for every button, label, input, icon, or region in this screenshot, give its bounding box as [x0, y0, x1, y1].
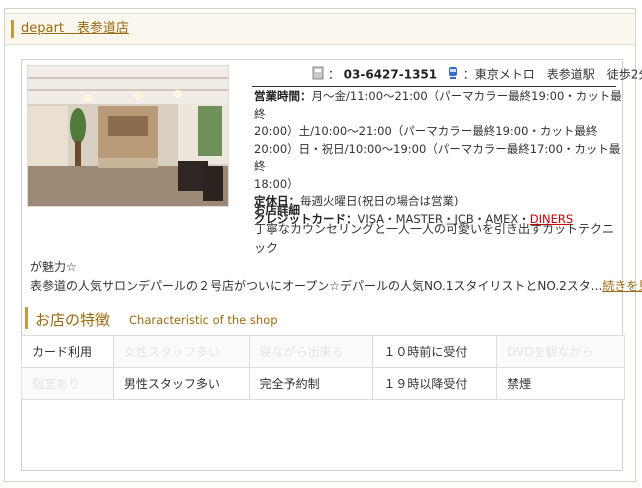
features-accent-bar	[25, 307, 28, 329]
feature-cell: カード利用	[21, 335, 114, 368]
salon-photo	[27, 65, 229, 207]
phone-number: 03-6427-1351	[343, 67, 438, 82]
features-title: お店の特徴	[35, 311, 111, 329]
features-table: カード利用 女性スタッフ多い 寝ながら出来る １０時前に受付 DVDを観ながら 個室あり男…	[21, 335, 625, 400]
feature-cell: 男性スタッフ多い	[112, 367, 250, 400]
shop-description: 丁寧なカウンセリングと一人一人の可愛いを引き出すカットテクニック が魅力☆ 表参…	[22, 220, 642, 296]
shop-details: 営業時間：月～金/11:00～21:00（パーマカラー最終19:00・カット最終…	[254, 88, 622, 228]
feature-cell: 女性スタッフ多い	[112, 335, 250, 368]
feature-cell: １９時以降受付	[372, 367, 498, 400]
feature-cell: 完全予約制	[248, 367, 374, 400]
contact-row: ： 03-6427-1351 ：東京メトロ 表参道駅 徒歩2分	[312, 66, 642, 84]
title-accent-bar	[11, 20, 14, 38]
detail-title: お店詳細	[254, 203, 300, 217]
hours-label: 営業時間：	[254, 89, 312, 103]
station-access: ：東京メトロ 表参道駅 徒歩2分	[462, 67, 642, 82]
closed-value: 毎週火曜日(祝日の場合は営業)	[300, 194, 459, 208]
shop-name-link[interactable]: depart 表参道店	[21, 20, 129, 38]
info-divider	[252, 86, 616, 87]
description-line-3: 表参道の人気サロンデパールの２号店がついにオープン☆デパールの人気NO.1スタイ…	[22, 277, 642, 296]
shop-panel: depart 表参道店 ： 03-6427-1351 ：東京メトロ 表参道駅 徒…	[4, 8, 642, 482]
hours-line-3: 20:00）日・祝日/10:00～19:00（パーマカラー最終17:00・カット…	[254, 141, 621, 174]
shop-title-bar: depart 表参道店	[5, 13, 635, 45]
read-more-link[interactable]: 続きを見る	[602, 279, 642, 293]
train-icon	[447, 66, 459, 84]
phone-icon	[312, 66, 324, 84]
description-line-1: 丁寧なカウンセリングと一人一人の可愛いを引き出すカットテクニック	[254, 222, 615, 255]
features-subtitle: Characteristic of the shop	[129, 313, 278, 327]
phone-colon: ：	[327, 67, 340, 82]
closed-day-row: 定休日：毎週火曜日(祝日の場合は営業)	[254, 193, 622, 211]
description-line-2: が魅力☆	[30, 260, 77, 274]
feature-cell: DVDを観ながら	[496, 335, 625, 368]
hours-line-2: 20:00）土/10:00～21:00（パーマカラー最終19:00・カット最終	[254, 124, 598, 138]
features-row: 個室あり 男性スタッフ多い 完全予約制 １９時以降受付 禁煙	[21, 367, 625, 400]
hours-block: 営業時間：月～金/11:00～21:00（パーマカラー最終19:00・カット最終…	[254, 88, 622, 193]
salon-interior-image	[28, 66, 228, 206]
feature-cell: 寝ながら出来る	[248, 335, 374, 368]
features-row: カード利用 女性スタッフ多い 寝ながら出来る １０時前に受付 DVDを観ながら	[21, 335, 625, 368]
description-text: 表参道の人気サロンデパールの２号店がついにオープン☆デパールの人気NO.1スタイ…	[30, 279, 603, 293]
shop-info-card: ： 03-6427-1351 ：東京メトロ 表参道駅 徒歩2分 営業時間：月～金…	[21, 59, 642, 471]
feature-cell: 禁煙	[496, 367, 625, 400]
hours-line-4: 18:00）	[254, 176, 299, 191]
feature-cell: １０時前に受付	[372, 335, 498, 368]
feature-cell: 個室あり	[21, 367, 114, 400]
